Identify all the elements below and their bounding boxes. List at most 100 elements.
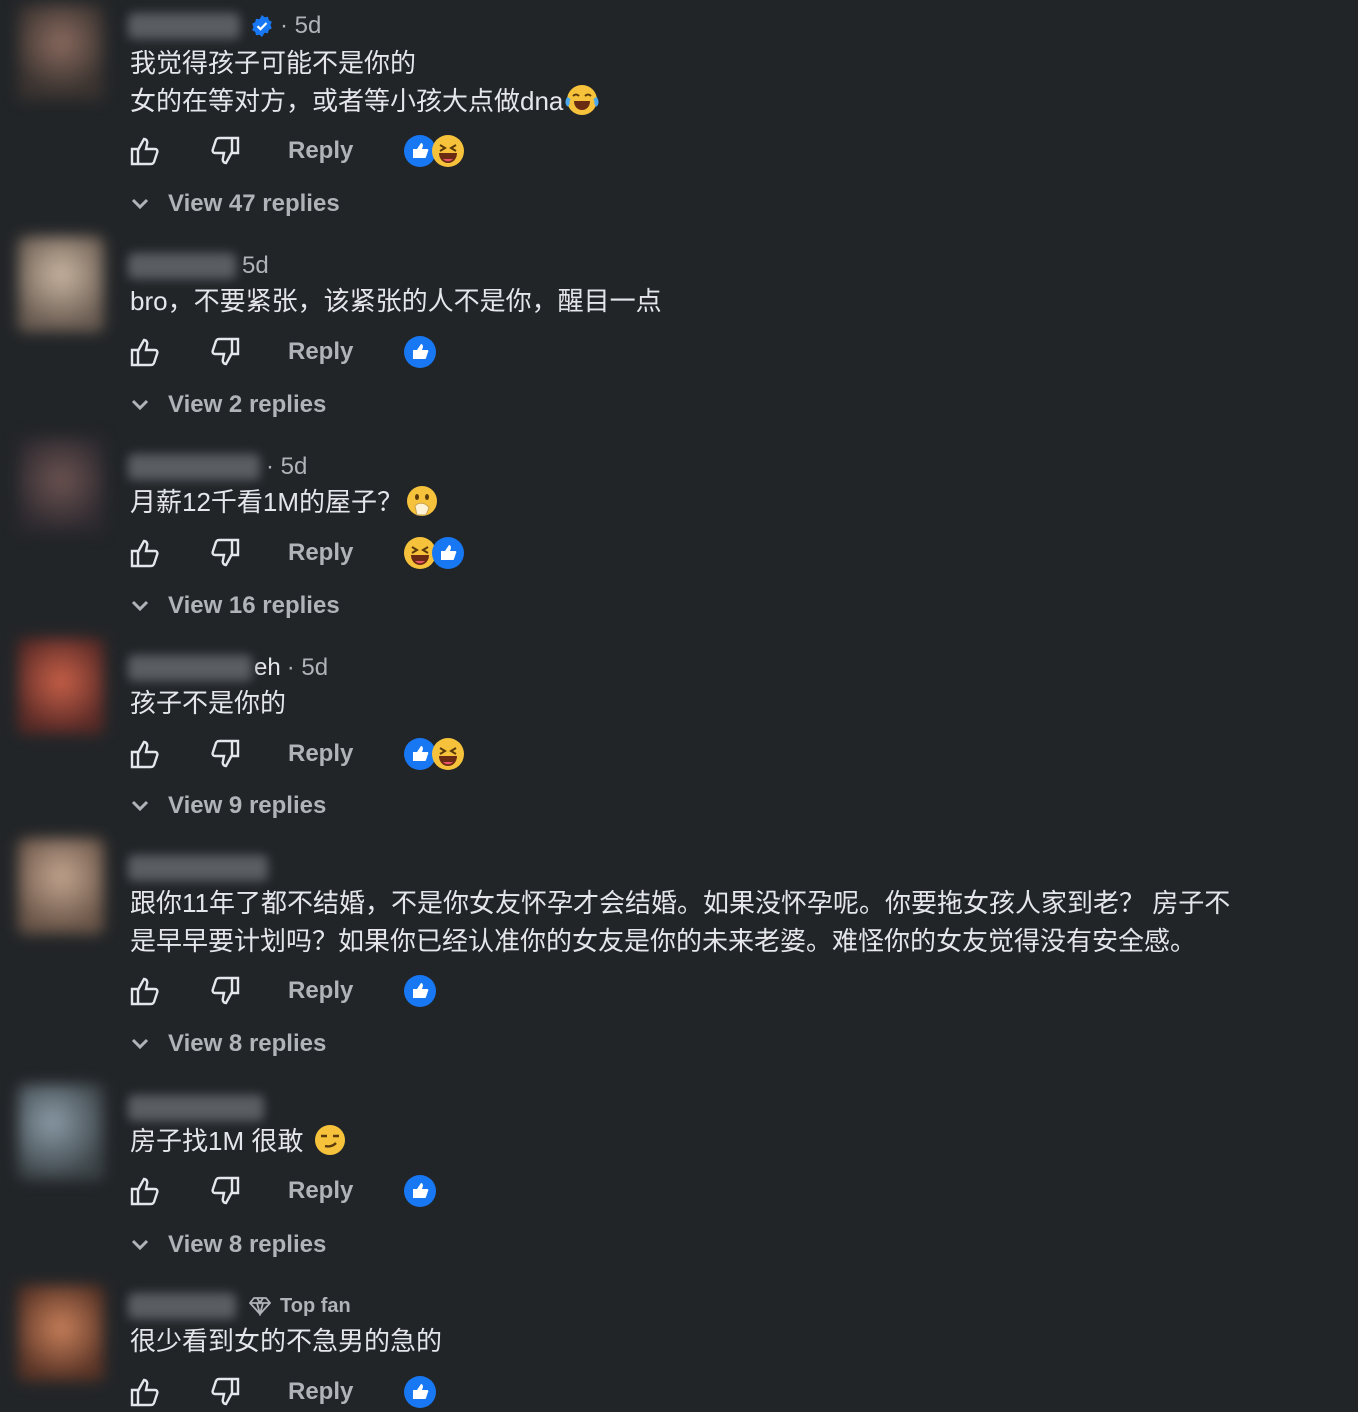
comment-time[interactable]: 5d (242, 252, 269, 280)
comment-header: 5d (128, 246, 269, 286)
like-reaction-icon (404, 975, 437, 1007)
comment-header: · 5d (128, 447, 307, 487)
dislike-icon[interactable] (208, 974, 242, 1008)
view-replies-label: View 2 replies (168, 391, 327, 418)
comment-actions: Reply (128, 734, 465, 774)
comment-time[interactable]: · 5d (287, 654, 328, 682)
comment-line: 孩子不是你的 (130, 688, 287, 718)
reply-button[interactable]: Reply (288, 539, 353, 567)
comment-line: 女的在等对方，或者等小孩大点做dna (130, 86, 564, 116)
like-reaction-icon (404, 1175, 437, 1207)
top-fan-label: Top fan (280, 1294, 351, 1317)
view-replies-label: View 8 replies (168, 1231, 327, 1258)
avatar[interactable] (18, 638, 104, 734)
comment-line: 月薪12千看1M的屋子？ (130, 487, 404, 517)
like-reaction-icon (432, 537, 465, 569)
author-name[interactable] (128, 253, 236, 279)
comment-header: Top fan (128, 1286, 351, 1326)
like-icon[interactable] (128, 335, 162, 369)
avatar[interactable] (18, 4, 104, 100)
comment-line: 房子找1M 很敢 (130, 1126, 311, 1156)
chevron-down-icon (131, 800, 149, 812)
comment-line-with-emoji: 女的在等对方，或者等小孩大点做dna (130, 82, 1330, 120)
like-icon[interactable] (128, 536, 162, 570)
reply-button[interactable]: Reply (288, 137, 353, 165)
author-name[interactable] (128, 655, 252, 681)
dislike-icon[interactable] (208, 737, 242, 771)
view-replies-button[interactable]: View 16 replies (130, 587, 340, 625)
like-icon[interactable] (128, 134, 162, 168)
comment-header (128, 848, 268, 888)
comment-actions: Reply (128, 1372, 437, 1412)
comment-text: 孩子不是你的 (130, 684, 1330, 722)
reply-button[interactable]: Reply (288, 338, 353, 366)
comment-actions: Reply (128, 533, 465, 573)
author-name[interactable] (128, 1095, 264, 1121)
comment-line-with-emoji: 月薪12千看1M的屋子？ (130, 483, 1330, 521)
avatar[interactable] (18, 1084, 104, 1180)
reply-button[interactable]: Reply (288, 1177, 353, 1205)
like-reaction-icon (404, 336, 437, 368)
author-name[interactable] (128, 855, 268, 881)
comment-text: 月薪12千看1M的屋子？ (130, 483, 1330, 521)
chevron-down-icon (131, 198, 149, 210)
chevron-down-icon (131, 600, 149, 612)
reaction-summary[interactable] (403, 1174, 437, 1208)
top-fan-badge: Top fan (248, 1295, 351, 1318)
comment-time[interactable]: · 5d (280, 12, 321, 40)
dislike-icon[interactable] (208, 1174, 242, 1208)
reply-button[interactable]: Reply (288, 740, 353, 768)
author-name[interactable] (128, 1293, 236, 1319)
view-replies-button[interactable]: View 8 replies (130, 1226, 326, 1264)
comment-text: 跟你11年了都不结婚，不是你女友怀孕才会结婚。如果没怀孕呢。你要拖女孩人家到老？… (130, 884, 1330, 960)
view-replies-label: View 47 replies (168, 190, 340, 217)
view-replies-button[interactable]: View 8 replies (130, 1025, 326, 1063)
view-replies-button[interactable]: View 2 replies (130, 386, 326, 424)
dislike-icon[interactable] (208, 335, 242, 369)
like-icon[interactable] (128, 1174, 162, 1208)
smirking-face-emoji-icon (314, 1125, 345, 1155)
comment-line: 跟你11年了都不结婚，不是你女友怀孕才会结婚。如果没怀孕呢。你要拖女孩人家到老？… (130, 888, 1231, 918)
view-replies-button[interactable]: View 9 replies (130, 787, 326, 825)
author-name[interactable] (128, 13, 240, 39)
dislike-icon[interactable] (208, 536, 242, 570)
comment-actions: Reply (128, 131, 465, 171)
comment-text: 房子找1M 很敢 (130, 1122, 1330, 1160)
chevron-down-icon (131, 1239, 149, 1251)
laugh-reaction-icon (432, 738, 465, 770)
avatar[interactable] (18, 838, 104, 934)
comment-line: 是早早要计划吗？如果你已经认准你的女友是你的未来老婆。难怪你的女友觉得没有安全感… (130, 926, 1197, 956)
like-icon[interactable] (128, 974, 162, 1008)
reply-button[interactable]: Reply (288, 977, 353, 1005)
avatar[interactable] (18, 1285, 104, 1381)
reaction-summary[interactable] (403, 1375, 437, 1409)
dislike-icon[interactable] (208, 134, 242, 168)
dislike-icon[interactable] (208, 1375, 242, 1409)
avatar[interactable] (18, 236, 104, 332)
diamond-icon (248, 1297, 272, 1316)
reaction-summary[interactable] (403, 536, 465, 570)
view-replies-label: View 8 replies (168, 1030, 327, 1057)
reaction-summary[interactable] (403, 134, 465, 168)
comment-time[interactable]: · 5d (266, 453, 307, 481)
comment-line: 我觉得孩子可能不是你的 (130, 48, 417, 78)
comment-actions: Reply (128, 332, 437, 372)
avatar[interactable] (18, 437, 104, 533)
view-replies-button[interactable]: View 47 replies (130, 185, 340, 223)
comment-line-with-emoji: 房子找1M 很敢 (130, 1122, 1330, 1160)
laugh-reaction-icon (432, 135, 465, 167)
reaction-summary[interactable] (403, 737, 465, 771)
face-with-hand-over-mouth-emoji-icon (407, 486, 438, 516)
author-name[interactable] (128, 454, 260, 480)
comment-line: 很少看到女的不急男的急的 (130, 1326, 443, 1356)
reaction-summary[interactable] (403, 335, 437, 369)
chevron-down-icon (131, 399, 149, 411)
like-icon[interactable] (128, 737, 162, 771)
comment-header: · 5d (128, 6, 321, 46)
reaction-summary[interactable] (403, 974, 437, 1008)
like-icon[interactable] (128, 1375, 162, 1409)
comment-actions: Reply (128, 971, 437, 1011)
verified-badge-icon (252, 15, 272, 37)
comment-text: bro，不要紧张，该紧张的人不是你，醒目一点 (130, 282, 1330, 320)
author-name-suffix[interactable]: eh (254, 654, 281, 682)
